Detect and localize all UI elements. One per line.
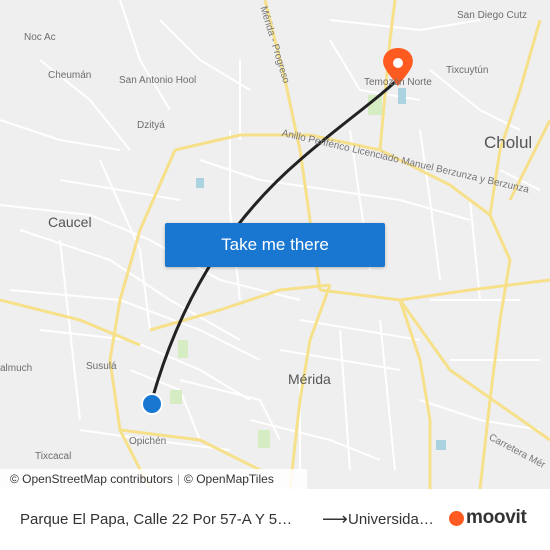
map-view[interactable]: Noc Ac Cheumán San Antonio Hool Dzityá C… (0, 0, 550, 489)
park (170, 390, 182, 404)
origin-marker[interactable] (141, 393, 163, 415)
place-label: Dzityá (137, 120, 165, 131)
place-label: Cheumán (48, 70, 92, 81)
arrow-right-icon: ⟶ (322, 509, 348, 529)
moovit-logo[interactable]: moovit (449, 507, 527, 529)
moovit-logo-icon (449, 510, 464, 526)
take-me-there-button[interactable]: Take me there (165, 223, 385, 267)
water (436, 440, 446, 450)
place-label: San Antonio Hool (119, 75, 197, 86)
place-label: Mérida (288, 371, 331, 387)
water (196, 178, 204, 188)
omt-attribution-link[interactable]: © OpenMapTiles (184, 472, 274, 486)
place-label: San Diego Cutz (457, 10, 528, 21)
place-label: Tixcuytún (446, 65, 489, 76)
place-label: Tixcacal (35, 451, 72, 462)
place-label: Noc Ac (24, 32, 56, 43)
trip-footer: Parque El Papa, Calle 22 Por 57-A Y 5… ⟶… (0, 489, 550, 550)
place-label: Cholul (484, 133, 533, 152)
place-label: Susulá (86, 361, 117, 372)
moovit-logo-text: moovit (466, 507, 527, 528)
water (398, 88, 406, 104)
place-label: almuch (0, 363, 33, 374)
destination-name: Universida… (348, 511, 434, 528)
place-label: Caucel (48, 214, 92, 230)
osm-attribution-link[interactable]: © OpenStreetMap contributors (10, 472, 173, 486)
place-label: Opichén (129, 436, 167, 447)
attribution-separator: | (176, 472, 181, 486)
park (178, 340, 188, 358)
park (258, 430, 270, 448)
place-label: Temozón Norte (364, 77, 432, 88)
origin-name: Parque El Papa, Calle 22 Por 57-A Y 5… (20, 511, 293, 528)
map-attribution: © OpenStreetMap contributors | © OpenMap… (0, 469, 307, 489)
